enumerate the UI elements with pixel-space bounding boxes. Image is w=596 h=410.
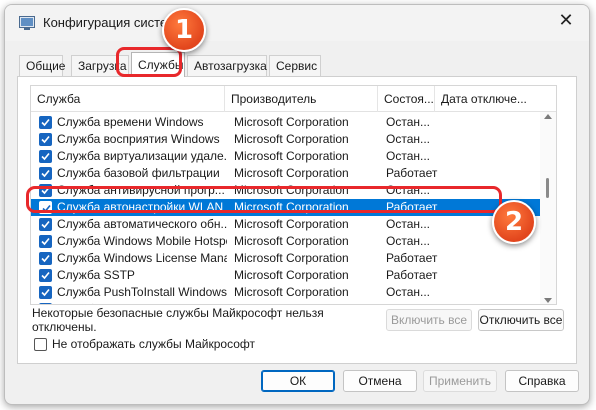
cancel-button[interactable]: Отмена [343,370,417,392]
service-manufacturer: Microsoft Corporation [234,166,349,180]
tab-general[interactable]: Общие [19,55,65,76]
service-name: Служба автоматического обн... [57,217,227,231]
service-checkbox[interactable] [39,167,52,180]
disable-all-button[interactable]: Отключить все [478,309,564,331]
table-row[interactable]: Служба Windows License Manager Microsoft … [31,250,541,267]
table-row[interactable]: Служба автоматического обн... Microsoft C… [31,216,541,233]
service-manufacturer: Microsoft Corporation [234,251,349,265]
service-name: Служба восприятия Windows [57,132,220,146]
vertical-scrollbar[interactable] [540,112,556,304]
service-checkbox[interactable] [39,218,52,231]
column-header-manufacturer[interactable]: Производитель [225,86,378,112]
check-icon [41,135,50,144]
tab-tools[interactable]: Сервис [269,55,321,76]
check-icon [41,254,50,263]
service-name: Служба времени Windows [57,115,204,129]
table-row[interactable]: Служба OpenXR для Windows Microsoft Corpo… [31,301,541,305]
close-icon[interactable]: ✕ [543,5,589,37]
check-icon [41,220,50,229]
step-2-badge: 2 [492,200,536,244]
check-icon [41,118,50,127]
checkbox-box[interactable] [34,338,47,351]
service-manufacturer: Microsoft Corporation [234,115,349,129]
table-row[interactable]: Служба PushToInstall Windows Microsoft Co… [31,284,541,301]
service-manufacturer: Microsoft Corporation [234,234,349,248]
highlight-wlan-row [26,186,502,213]
service-checkbox[interactable] [39,150,52,163]
table-row[interactable]: Служба времени Windows Microsoft Corporat… [31,114,541,131]
table-row[interactable]: Служба виртуализации удале... Microsoft C… [31,148,541,165]
step-1-badge: 1 [162,8,206,52]
service-name: Служба SSTP [57,268,135,282]
ok-button[interactable]: ОК [261,370,335,392]
service-status: Остан... [386,285,430,299]
service-status: Работает [386,268,438,282]
service-checkbox[interactable] [39,269,52,282]
table-row[interactable]: Служба базовой фильтрации Microsoft Corpo… [31,165,541,182]
msconfig-app-icon [19,16,35,30]
service-checkbox[interactable] [39,286,52,299]
check-icon [41,152,50,161]
service-name: Служба Windows Mobile Hotspot [57,234,227,248]
service-status: Работает [386,166,438,180]
table-row[interactable]: Служба Windows Mobile Hotspot Microsoft C… [31,233,541,250]
service-manufacturer: Microsoft Corporation [234,268,349,282]
service-status: Остан... [386,217,430,231]
service-status: Работает [386,251,438,265]
service-manufacturer: Microsoft Corporation [234,132,349,146]
note-text: Некоторые безопасные службы Майкрософт н… [32,306,362,334]
note-line-1: Некоторые безопасные службы Майкрософт н… [32,306,324,320]
note-line-2: отключены. [32,320,97,334]
scroll-thumb[interactable] [546,178,549,198]
tab-startup[interactable]: Автозагрузка [187,55,267,76]
service-manufacturer: Microsoft Corporation [234,149,349,163]
service-status: Остан... [386,132,430,146]
check-icon [41,237,50,246]
service-name: Служба базовой фильтрации [57,166,220,180]
scroll-up-icon[interactable] [544,114,552,119]
service-checkbox[interactable] [39,252,52,265]
column-header-status[interactable]: Состоя... [378,86,435,112]
scroll-down-icon[interactable] [544,298,552,303]
hide-ms-services-label: Не отображать службы Майкрософт [52,337,256,351]
check-icon [41,288,50,297]
apply-button[interactable]: Применить [423,370,497,392]
service-name: Служба OpenXR для Windows [57,301,227,304]
help-button[interactable]: Справка [505,370,579,392]
table-row[interactable]: Служба SSTP Microsoft Corporation Работает [31,267,541,284]
service-status: Остан... [386,234,430,248]
service-status: Остан... [386,115,430,129]
enable-all-button[interactable]: Включить все [386,309,472,331]
service-checkbox[interactable] [39,303,52,305]
service-checkbox[interactable] [39,133,52,146]
service-checkbox[interactable] [39,235,52,248]
service-manufacturer: Microsoft Corporation [234,301,382,304]
service-status: Остан... [386,149,430,163]
title-bar: Конфигурация системы ✕ [5,5,589,41]
service-status: Остан... [386,301,438,304]
table-row[interactable]: Служба восприятия Windows Microsoft Corpo… [31,131,541,148]
highlight-services-tab [116,47,182,77]
check-icon [41,271,50,280]
column-header-service[interactable]: Служба [31,86,225,112]
service-manufacturer: Microsoft Corporation [234,285,349,299]
service-name: Служба Windows License Manager [57,251,227,265]
service-name: Служба PushToInstall Windows [57,285,227,299]
check-icon [40,304,51,305]
check-icon [41,169,50,178]
column-header-disabled-date[interactable]: Дата отключе... [435,86,541,112]
service-manufacturer: Microsoft Corporation [234,217,349,231]
service-name: Служба виртуализации удале... [57,149,227,163]
service-checkbox[interactable] [39,116,52,129]
list-header: Служба Производитель Состоя... Дата откл… [31,86,556,112]
